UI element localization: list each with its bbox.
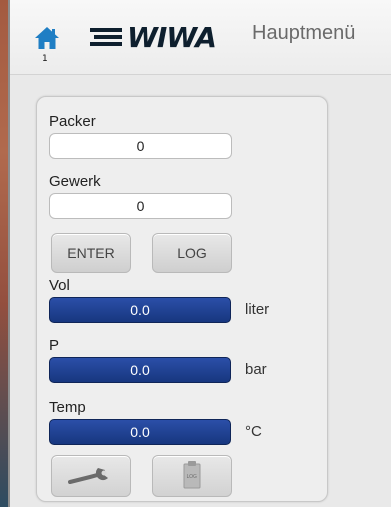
p-value: 0.0: [49, 357, 231, 383]
temp-value: 0.0: [49, 419, 231, 445]
packer-input[interactable]: 0: [49, 133, 232, 159]
log-file-button[interactable]: LOG: [152, 455, 232, 497]
wrench-icon: [68, 468, 108, 484]
brand-logo: WIWA: [127, 21, 217, 54]
header-bar: 1 WIWA Hauptmenü: [10, 0, 391, 75]
settings-button[interactable]: [51, 455, 131, 497]
vol-unit: liter: [245, 301, 270, 318]
gewerk-label: Gewerk: [49, 173, 101, 190]
p-label: P: [49, 337, 60, 354]
page-title: Hauptmenü: [252, 22, 356, 44]
log-button[interactable]: LOG: [152, 233, 232, 273]
temp-unit: °C: [245, 423, 262, 440]
log-document-icon: LOG: [183, 461, 201, 489]
temp-label: Temp: [49, 399, 86, 416]
p-unit: bar: [245, 361, 267, 378]
packer-label: Packer: [49, 113, 96, 130]
enter-button[interactable]: ENTER: [51, 233, 131, 273]
main-panel: Packer 0 Gewerk 0 ENTER LOG Vol 0.0 lite…: [36, 96, 328, 502]
log-icon-caption: LOG: [187, 474, 198, 480]
home-icon[interactable]: [34, 26, 60, 50]
vol-value: 0.0: [49, 297, 231, 323]
device-screen: 1 WIWA Hauptmenü Packer 0 Gewerk 0 ENTER…: [8, 0, 391, 507]
gewerk-input[interactable]: 0: [49, 193, 232, 219]
home-page-number: 1: [42, 54, 48, 64]
vol-label: Vol: [49, 277, 70, 294]
